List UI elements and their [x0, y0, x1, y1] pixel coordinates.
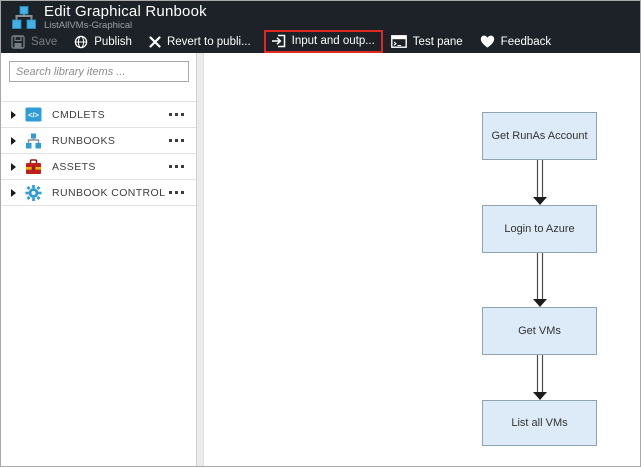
node-label: List all VMs	[511, 417, 567, 429]
content-area: </> CMDLETS	[1, 53, 640, 466]
input-output-icon	[271, 34, 286, 48]
item-menu-button[interactable]	[169, 109, 184, 120]
revert-x-icon	[149, 36, 161, 48]
publish-button[interactable]: Publish	[74, 35, 132, 49]
test-pane-icon	[391, 35, 407, 48]
top-bar: Edit Graphical Runbook ListAllVMs-Graphi…	[1, 1, 640, 53]
expand-arrow-icon[interactable]	[11, 137, 16, 145]
runbook-hierarchy-icon	[11, 6, 37, 30]
sidebar-item-runbooks[interactable]: RUNBOOKS	[1, 128, 196, 154]
pane-divider	[197, 53, 204, 466]
publish-label: Publish	[94, 36, 132, 48]
node-label: Get VMs	[518, 325, 561, 337]
connector-1[interactable]	[533, 160, 547, 205]
search-wrap	[1, 53, 196, 91]
activity-node-get-vms[interactable]: Get VMs	[482, 307, 597, 355]
publish-globe-icon	[74, 35, 88, 49]
sidebar-item-assets[interactable]: ASSETS	[1, 154, 196, 180]
activity-node-list-all-vms[interactable]: List all VMs	[482, 400, 597, 446]
header: Edit Graphical Runbook ListAllVMs-Graphi…	[1, 1, 640, 30]
feedback-heart-icon	[480, 35, 495, 48]
sidebar-item-label: RUNBOOK CONTROL	[52, 187, 169, 199]
runbook-control-gear-icon	[25, 184, 42, 201]
revert-button[interactable]: Revert to publi...	[149, 36, 251, 48]
runbook-canvas[interactable]: Get RunAs Account Login to Azure Get VMs…	[204, 53, 640, 466]
svg-text:</>: </>	[28, 111, 39, 120]
assets-toolbox-icon	[25, 158, 42, 175]
cmdlets-code-icon: </>	[25, 106, 42, 123]
expand-arrow-icon[interactable]	[11, 111, 16, 119]
test-pane-label: Test pane	[413, 36, 463, 48]
revert-label: Revert to publi...	[167, 36, 251, 48]
sidebar-item-label: RUNBOOKS	[52, 135, 169, 147]
command-bar: Save Publish Revert to publi...	[1, 30, 640, 53]
page-title: Edit Graphical Runbook	[44, 4, 207, 20]
highlight-box: Input and outp...	[264, 30, 383, 53]
sidebar-item-label: CMDLETS	[52, 109, 169, 121]
save-icon	[11, 35, 25, 49]
expand-arrow-icon[interactable]	[11, 189, 16, 197]
item-menu-button[interactable]	[169, 161, 184, 172]
feedback-button[interactable]: Feedback	[480, 35, 552, 48]
input-output-button[interactable]: Input and outp...	[271, 34, 375, 48]
app-window: Edit Graphical Runbook ListAllVMs-Graphi…	[0, 0, 641, 467]
activity-node-login-to-azure[interactable]: Login to Azure	[482, 205, 597, 253]
runbooks-hierarchy-icon	[25, 132, 42, 149]
sidebar-item-label: ASSETS	[52, 161, 169, 173]
library-sidebar: </> CMDLETS	[1, 53, 197, 466]
search-input[interactable]	[9, 61, 189, 82]
page-subtitle: ListAllVMs-Graphical	[44, 21, 207, 31]
expand-arrow-icon[interactable]	[11, 163, 16, 171]
input-output-label: Input and outp...	[292, 35, 375, 47]
node-label: Login to Azure	[504, 223, 574, 235]
library-list: </> CMDLETS	[1, 101, 196, 206]
sidebar-item-runbook-control[interactable]: RUNBOOK CONTROL	[1, 180, 196, 206]
connector-3[interactable]	[533, 355, 547, 400]
item-menu-button[interactable]	[169, 187, 184, 198]
item-menu-button[interactable]	[169, 135, 184, 146]
test-pane-button[interactable]: Test pane	[391, 35, 463, 48]
save-label: Save	[31, 36, 57, 48]
node-label: Get RunAs Account	[492, 130, 588, 142]
sidebar-item-cmdlets[interactable]: </> CMDLETS	[1, 102, 196, 128]
activity-node-get-runas-account[interactable]: Get RunAs Account	[482, 112, 597, 160]
title-block: Edit Graphical Runbook ListAllVMs-Graphi…	[44, 4, 207, 31]
connector-2[interactable]	[533, 253, 547, 307]
feedback-label: Feedback	[501, 36, 552, 48]
save-button[interactable]: Save	[11, 35, 57, 49]
